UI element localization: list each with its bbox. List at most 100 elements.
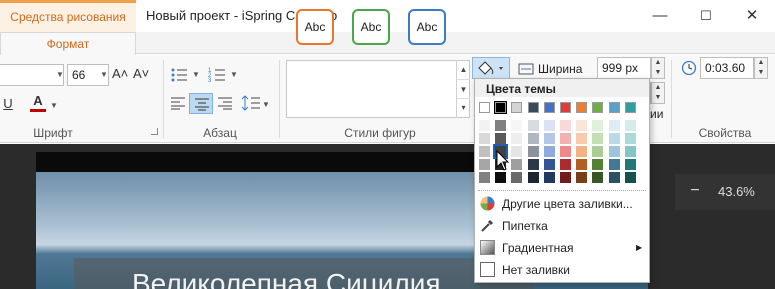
width-input[interactable]: 999 px: [597, 57, 651, 79]
theme-color-shade[interactable]: [560, 159, 571, 170]
theme-color-swatch[interactable]: [511, 102, 522, 113]
theme-color-shade[interactable]: [576, 159, 587, 170]
theme-color-shade[interactable]: [592, 172, 603, 183]
theme-color-shade[interactable]: [511, 120, 522, 131]
width-spinner[interactable]: ▲ ▼: [651, 57, 665, 79]
theme-color-swatch[interactable]: [544, 102, 555, 113]
theme-color-swatch[interactable]: [494, 101, 507, 114]
maximize-button[interactable]: ☐: [683, 0, 729, 32]
gallery-more-icon[interactable]: ▾: [457, 98, 470, 116]
theme-color-shade[interactable]: [560, 172, 571, 183]
align-right-icon[interactable]: [217, 96, 233, 110]
chevron-down-icon[interactable]: ▼: [262, 100, 270, 109]
menu-item-gradient[interactable]: Градиентная: [502, 241, 573, 255]
context-tab-drawing-tools[interactable]: Средства рисования: [0, 0, 136, 32]
grow-font-icon[interactable]: A˄: [112, 66, 128, 81]
theme-color-swatch[interactable]: [609, 102, 620, 113]
chevron-down-icon[interactable]: ▼: [100, 70, 108, 79]
theme-color-shade[interactable]: [625, 159, 636, 170]
duration-spinner[interactable]: ▲ ▼: [754, 57, 768, 79]
theme-color-shade[interactable]: [592, 146, 603, 157]
menu-item-more-fill-colors[interactable]: Другие цвета заливки...: [502, 197, 633, 211]
theme-color-shade[interactable]: [479, 159, 490, 170]
theme-color-shade[interactable]: [576, 146, 587, 157]
theme-color-shade[interactable]: [495, 120, 506, 131]
shape-style-green[interactable]: Abc: [352, 9, 390, 45]
theme-color-shade[interactable]: [544, 172, 555, 183]
theme-color-shade[interactable]: [511, 172, 522, 183]
theme-color-shade[interactable]: [609, 172, 620, 183]
slide-caption[interactable]: Великолепная Сицилия: [132, 268, 441, 289]
shape-fill-button[interactable]: [472, 57, 510, 79]
minimize-button[interactable]: —: [637, 0, 683, 32]
menu-item-eyedropper[interactable]: Пипетка: [502, 219, 548, 233]
theme-color-shade[interactable]: [528, 159, 539, 170]
theme-color-shade[interactable]: [528, 146, 539, 157]
chevron-down-icon[interactable]: ▼: [56, 70, 64, 79]
theme-color-shade[interactable]: [625, 120, 636, 131]
theme-color-shade[interactable]: [479, 172, 490, 183]
theme-color-shade[interactable]: [528, 133, 539, 144]
chevron-up-icon[interactable]: ▲: [457, 60, 470, 79]
theme-color-shade[interactable]: [625, 172, 636, 183]
dialog-launcher-icon[interactable]: [151, 128, 158, 135]
gallery-scroll[interactable]: ▲ ▼ ▾: [456, 60, 470, 118]
shape-style-blue[interactable]: Abc: [408, 9, 446, 45]
bullets-icon[interactable]: [170, 66, 190, 84]
theme-color-shade[interactable]: [560, 146, 571, 157]
theme-color-shade[interactable]: [511, 159, 522, 170]
theme-color-shade[interactable]: [528, 120, 539, 131]
theme-color-shade[interactable]: [625, 133, 636, 144]
zoom-out-button[interactable]: −: [685, 181, 705, 201]
theme-color-shade[interactable]: [479, 120, 490, 131]
font-family-combo[interactable]: [0, 64, 64, 86]
tab-format[interactable]: Формат: [0, 32, 136, 55]
theme-color-swatch[interactable]: [592, 102, 603, 113]
theme-color-shade[interactable]: [625, 146, 636, 157]
theme-color-shade[interactable]: [609, 120, 620, 131]
theme-color-swatch[interactable]: [576, 102, 587, 113]
chevron-down-icon[interactable]: ▼: [192, 70, 200, 79]
theme-color-swatch[interactable]: [528, 102, 539, 113]
align-center-button[interactable]: [189, 93, 213, 114]
theme-color-shade[interactable]: [511, 146, 522, 157]
underline-icon[interactable]: U: [2, 96, 14, 111]
height-spinner[interactable]: ▲ ▼: [651, 82, 665, 104]
theme-color-shade[interactable]: [592, 159, 603, 170]
theme-color-swatch[interactable]: [625, 102, 636, 113]
duration-input[interactable]: 0:03.60: [700, 57, 754, 79]
theme-color-swatch[interactable]: [560, 102, 571, 113]
theme-color-shade[interactable]: [560, 120, 571, 131]
chevron-down-icon[interactable]: ▼: [50, 101, 58, 110]
theme-color-shade[interactable]: [479, 133, 490, 144]
align-left-icon[interactable]: [170, 96, 186, 110]
close-button[interactable]: ✕: [729, 0, 775, 32]
chevron-down-icon[interactable]: ▼: [457, 79, 470, 98]
theme-color-swatch[interactable]: [479, 102, 490, 113]
shape-style-orange[interactable]: Abc: [296, 9, 334, 45]
shape-styles-gallery[interactable]: [286, 60, 470, 118]
shrink-font-icon[interactable]: A˅: [133, 66, 149, 81]
theme-color-shade[interactable]: [576, 133, 587, 144]
theme-color-shade[interactable]: [560, 133, 571, 144]
theme-color-shade[interactable]: [576, 120, 587, 131]
theme-color-shade[interactable]: [592, 133, 603, 144]
font-color-button[interactable]: A: [30, 93, 46, 115]
theme-color-shade[interactable]: [544, 133, 555, 144]
theme-color-shade[interactable]: [609, 133, 620, 144]
theme-color-shade[interactable]: [495, 133, 506, 144]
numbering-icon[interactable]: 123: [208, 66, 228, 84]
theme-color-shade[interactable]: [511, 133, 522, 144]
chevron-down-icon[interactable]: ▼: [230, 70, 238, 79]
theme-color-shade[interactable]: [544, 159, 555, 170]
theme-color-shade[interactable]: [609, 146, 620, 157]
theme-color-shade[interactable]: [479, 146, 490, 157]
menu-item-no-fill[interactable]: Нет заливки: [502, 263, 570, 277]
theme-color-shade[interactable]: [528, 172, 539, 183]
theme-color-shade[interactable]: [592, 120, 603, 131]
theme-color-shade[interactable]: [609, 159, 620, 170]
theme-color-shade[interactable]: [576, 172, 587, 183]
theme-color-shade[interactable]: [544, 120, 555, 131]
line-spacing-icon[interactable]: [241, 94, 261, 112]
theme-color-shade[interactable]: [544, 146, 555, 157]
